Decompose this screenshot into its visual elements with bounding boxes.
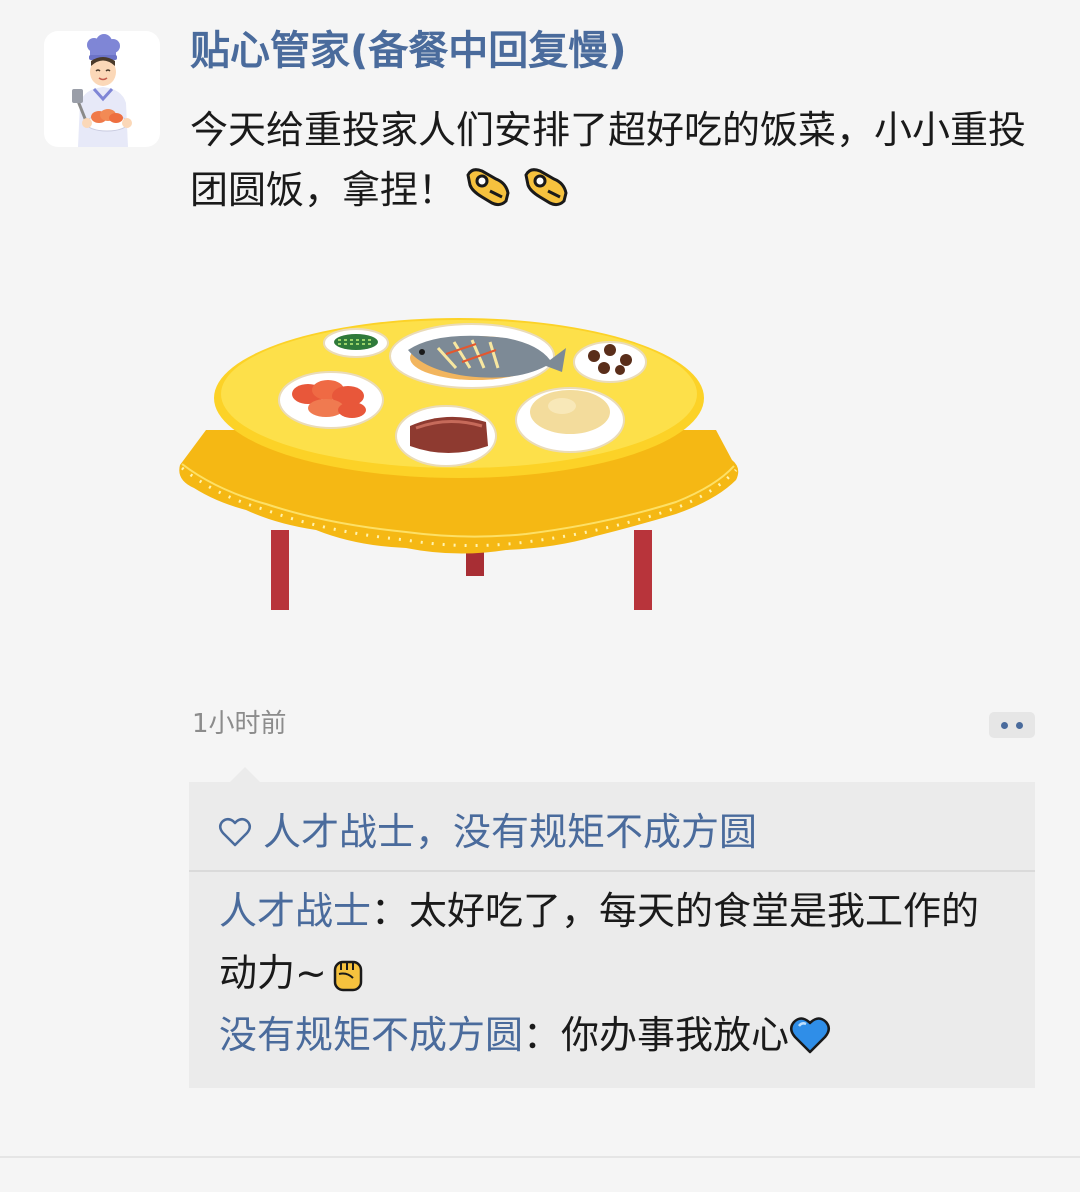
more-actions-button[interactable]: [989, 712, 1035, 738]
heart-outline-icon: [219, 818, 251, 847]
comment-item[interactable]: 没有规矩不成方圆：你办事我放心: [219, 1004, 1009, 1066]
comment-item[interactable]: 人才战士：太好吃了，每天的食堂是我工作的动力~: [219, 880, 1009, 1004]
post-body: 今天给重投家人们安排了超好吃的饭菜，小小重投团圆饭，拿捏！: [190, 108, 1027, 212]
comment-separator: ：: [523, 1013, 562, 1057]
likes-row: 人才战士，没有规矩不成方圆: [217, 806, 757, 858]
comments-list: 人才战士：太好吃了，每天的食堂是我工作的动力~ 没有规矩不成方圆：你办事我放心: [219, 880, 1009, 1066]
author-avatar[interactable]: [44, 31, 160, 147]
interactions-pointer: [230, 767, 260, 782]
likes-divider: [189, 870, 1035, 872]
author-name[interactable]: 贴心管家(备餐中回复慢): [190, 24, 627, 78]
ok-hand-pinch-emoji: [462, 165, 514, 209]
interactions-panel: 人才战士，没有规矩不成方圆 人才战士：太好吃了，每天的食堂是我工作的动力~ 没有…: [189, 782, 1035, 1088]
comment-text: 你办事我放心: [561, 1013, 790, 1057]
raised-fist-emoji: [327, 950, 369, 992]
post-image-dining-table[interactable]: [176, 310, 746, 620]
dot-icon: [1016, 722, 1023, 729]
post-timestamp: 1小时前: [192, 709, 287, 739]
ok-hand-pinch-emoji: [520, 165, 572, 209]
post-text: 今天给重投家人们安排了超好吃的饭菜，小小重投团圆饭，拿捏！: [190, 100, 1030, 220]
comment-author[interactable]: 人才战士: [219, 889, 371, 933]
dot-icon: [1001, 722, 1008, 729]
comment-author[interactable]: 没有规矩不成方圆: [219, 1013, 523, 1057]
likes-names[interactable]: 人才战士，没有规矩不成方圆: [263, 806, 757, 858]
blue-heart-emoji: [789, 1012, 831, 1054]
bottom-divider: [0, 1156, 1080, 1158]
comment-separator: ：: [371, 889, 410, 933]
